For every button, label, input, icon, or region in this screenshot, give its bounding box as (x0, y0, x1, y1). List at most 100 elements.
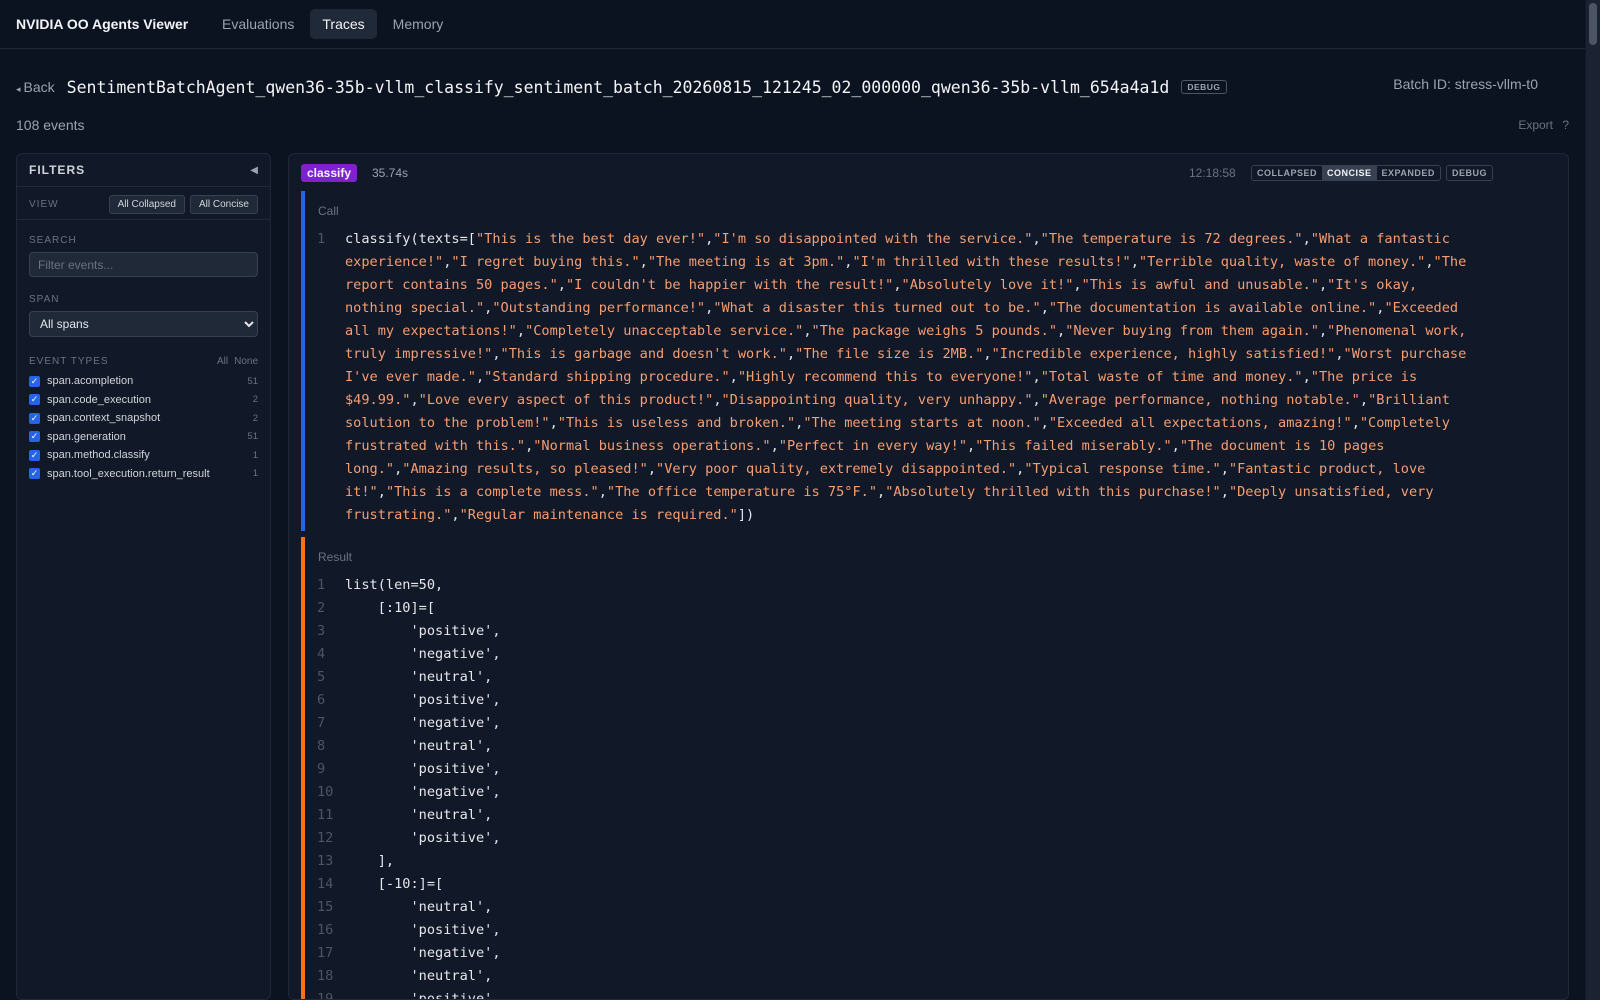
nav-traces[interactable]: Traces (310, 9, 377, 39)
line-number: 17 (317, 945, 334, 961)
event-type-count: 2 (252, 394, 258, 406)
back-label: Back (23, 79, 55, 95)
argument-separator: , (549, 415, 558, 431)
span-label: SPAN (29, 294, 60, 305)
nav-evaluations[interactable]: Evaluations (210, 9, 306, 39)
code-text: 'positive', (345, 991, 501, 1000)
code-text: ], (345, 853, 395, 869)
event-type-row[interactable]: ✓ span.context_snapshot 2 (29, 409, 258, 428)
event-type-row[interactable]: ✓ span.tool_execution.return_result 1 (29, 465, 258, 484)
select-none-link[interactable]: None (234, 356, 258, 367)
call-text-argument: "This is garbage and doesn't work." (500, 346, 787, 362)
event-card: classify 35.74s 12:18:58 COLLAPSED CONCI… (288, 153, 1569, 1000)
code-text: 'positive', (345, 830, 501, 846)
code-text: 'positive', (345, 922, 501, 938)
export-link[interactable]: Export (1518, 118, 1553, 132)
code-line: 8 'neutral', (317, 735, 501, 758)
select-all-link[interactable]: All (217, 356, 228, 367)
call-text-argument: "Perfect in every way!" (778, 438, 968, 454)
page-scrollbar[interactable] (1585, 0, 1600, 1000)
code-text: 'neutral', (345, 807, 493, 823)
event-type-name: span.code_execution (47, 393, 151, 406)
back-button[interactable]: ◂ Back (16, 79, 55, 95)
call-text-argument: "Amazing results, so pleased!" (402, 461, 648, 477)
argument-separator: , (1171, 438, 1180, 454)
debug-mode-button[interactable]: DEBUG (1446, 165, 1494, 181)
call-text-argument: "The temperature is 72 degrees." (1040, 231, 1303, 247)
mode-concise-button[interactable]: CONCISE (1322, 166, 1377, 180)
argument-separator: , (893, 277, 902, 293)
event-type-row[interactable]: ✓ span.acompletion 51 (29, 372, 258, 391)
mode-expanded-button[interactable]: EXPANDED (1377, 166, 1440, 180)
call-expression: classify(texts=["This is the best day ev… (345, 228, 1475, 527)
call-text-argument: "The file size is 2MB." (795, 346, 984, 362)
event-type-list: ✓ span.acompletion 51 ✓ span.code_execut… (17, 372, 270, 483)
argument-separator: , (1220, 461, 1229, 477)
argument-separator: , (1302, 231, 1311, 247)
collapse-panel-icon[interactable]: ◀ (250, 165, 258, 176)
call-arguments: "This is the best day ever!","I'm so dis… (345, 231, 1466, 523)
all-concise-button[interactable]: All Concise (189, 194, 258, 214)
page-title: SentimentBatchAgent_qwen36-35b-vllm_clas… (66, 77, 1170, 97)
call-text-argument: "This is a complete mess." (385, 484, 599, 500)
event-type-row[interactable]: ✓ span.code_execution 2 (29, 391, 258, 410)
argument-separator: , (1032, 231, 1041, 247)
argument-separator: , (1057, 323, 1066, 339)
mode-collapsed-button[interactable]: COLLAPSED (1252, 166, 1322, 180)
call-text-argument: "This is useless and broken." (557, 415, 796, 431)
code-line: 10 'negative', (317, 781, 501, 804)
argument-separator: , (1302, 369, 1311, 385)
call-text-argument: "Very poor quality, extremely disappoint… (656, 461, 1017, 477)
code-text: 'negative', (345, 784, 501, 800)
argument-separator: , (1359, 392, 1369, 408)
argument-separator: , (1351, 415, 1360, 431)
view-controls: VIEW All Collapsed All Concise (17, 189, 270, 220)
code-line: 2 [:10]=[ (317, 597, 501, 620)
call-text-argument: "The meeting starts at noon." (803, 415, 1041, 431)
line-number: 10 (317, 784, 334, 800)
event-type-name: span.tool_execution.return_result (47, 467, 210, 480)
code-text: 'neutral', (345, 968, 493, 984)
argument-separator: , (598, 484, 607, 500)
line-number: 19 (317, 991, 334, 1000)
scrollbar-thumb[interactable] (1589, 3, 1597, 45)
all-collapsed-button[interactable]: All Collapsed (108, 194, 185, 214)
call-text-argument: "Regular maintenance is required." (459, 507, 738, 523)
checkbox-checked-icon[interactable]: ✓ (29, 449, 40, 461)
checkbox-checked-icon[interactable]: ✓ (29, 468, 40, 480)
argument-separator: , (492, 346, 501, 362)
argument-separator: , (1318, 277, 1328, 293)
help-link[interactable]: ? (1562, 118, 1569, 132)
checkbox-checked-icon[interactable]: ✓ (29, 375, 40, 387)
line-number: 1 (317, 231, 326, 247)
line-number: 8 (317, 738, 326, 754)
argument-separator: , (877, 484, 886, 500)
trace-header: ◂ Back SentimentBatchAgent_qwen36-35b-vll… (16, 76, 1568, 98)
call-text-argument: "Completely unacceptable service." (525, 323, 804, 339)
span-select[interactable]: All spans (29, 311, 258, 337)
code-line: 9 'positive', (317, 758, 501, 781)
span-badge: classify (301, 164, 358, 182)
event-type-name: span.generation (47, 430, 126, 443)
argument-separator: , (729, 369, 738, 385)
call-text-argument: "The meeting is at 3pm." (647, 254, 845, 270)
search-input[interactable] (29, 252, 258, 277)
call-text-argument: "The package weighs 5 pounds." (811, 323, 1058, 339)
event-type-count: 51 (247, 375, 258, 387)
code-line: 18 'neutral', (317, 965, 501, 988)
argument-separator: , (557, 277, 566, 293)
checkbox-checked-icon[interactable]: ✓ (29, 412, 40, 424)
call-code: 1 classify(texts=["This is the best day … (317, 228, 1475, 527)
nav-memory[interactable]: Memory (381, 9, 456, 39)
checkbox-checked-icon[interactable]: ✓ (29, 431, 40, 443)
event-type-row[interactable]: ✓ span.method.classify 1 (29, 446, 258, 465)
argument-separator: , (1220, 484, 1229, 500)
event-duration: 35.74s (372, 166, 409, 180)
call-text-argument: "This failed miserably." (975, 438, 1172, 454)
checkbox-checked-icon[interactable]: ✓ (29, 394, 40, 406)
call-block: Call 1 classify(texts=["This is the best… (301, 191, 1545, 531)
call-text-argument: "The office temperature is 75°F." (606, 484, 877, 500)
call-text-argument: "Outstanding performance!" (492, 300, 706, 316)
line-number: 14 (317, 876, 334, 892)
event-type-row[interactable]: ✓ span.generation 51 (29, 428, 258, 447)
